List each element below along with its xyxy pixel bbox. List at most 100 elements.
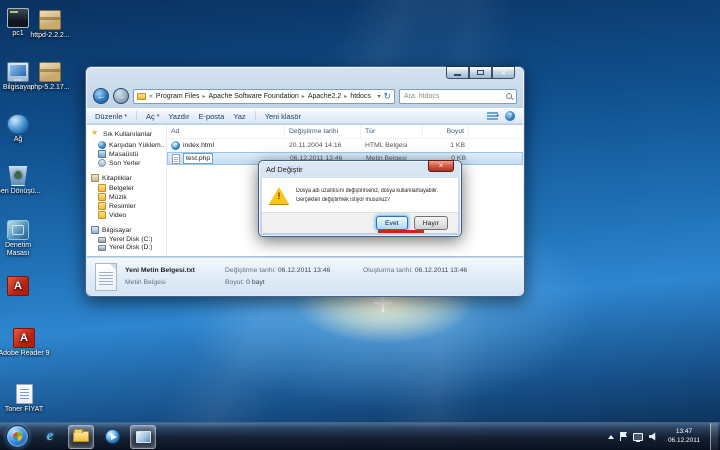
details-modified: Değiştirme tarihi: 06.12.2011 13:46 — [225, 267, 363, 274]
column-header-type[interactable]: Tür — [361, 125, 423, 138]
breadcrumb-dropdown-icon[interactable] — [377, 93, 380, 100]
start-button[interactable] — [6, 425, 29, 448]
taskbar-media-player-button[interactable] — [99, 425, 125, 449]
column-header-name[interactable]: Ad — [167, 125, 285, 138]
sidebar-item-desktop[interactable]: Masaüstü — [91, 150, 165, 158]
desktop-icon-label: Toner FİYAT — [5, 406, 43, 413]
desktop-icon-recycle-bin[interactable]: Geri Dönüşü... — [0, 166, 42, 196]
details-filename: Yeni Metin Belgesi.txt — [125, 267, 225, 274]
desktop-icon-label: httpd-2.2.2... — [30, 32, 69, 39]
dialog-close-button[interactable]: × — [428, 160, 454, 172]
desktop-icon-toner-doc[interactable]: Toner FİYAT — [0, 384, 50, 414]
network-status-icon[interactable] — [633, 433, 643, 441]
show-desktop-button[interactable] — [710, 423, 718, 450]
toolbar-email-button[interactable]: E-posta — [198, 112, 224, 121]
recycle-bin-icon — [7, 166, 29, 186]
back-arrow-icon: ← — [97, 91, 106, 101]
taskbar-active-app-button[interactable] — [130, 425, 156, 449]
desktop-icon-adobe-reader[interactable]: Adobe Reader 9 — [0, 328, 50, 358]
toolbar-burn-button[interactable]: Yaz — [233, 112, 245, 121]
toolbar-new-folder-button[interactable]: Yeni klasör — [265, 112, 301, 121]
forward-button[interactable]: → — [113, 88, 129, 104]
sidebar-item-label: Müzik — [109, 194, 127, 201]
selected-file-icon — [95, 263, 117, 291]
sidebar-item-local-disk-c[interactable]: Yerel Disk (C:) — [91, 236, 165, 243]
desktop-icon-label: Adobe Reader 9 — [0, 350, 49, 357]
sidebar-item-documents[interactable]: Belgeler — [91, 184, 165, 192]
desktop-icon-label: php-5.2.17... — [30, 84, 69, 91]
taskbar-buttons: e — [37, 425, 156, 449]
clock-date: 06.12.2011 — [668, 437, 700, 445]
maximize-icon — [477, 70, 484, 75]
sidebar-group-libraries[interactable]: Kitaplıklar — [91, 174, 165, 182]
details-size: Boyut: 0 bayt — [225, 279, 363, 286]
forward-arrow-icon: → — [117, 91, 126, 101]
desktop-icon-label: Geri Dönüşü... — [0, 188, 41, 195]
taskbar-clock[interactable]: 13:47 06.12.2011 — [664, 428, 704, 445]
toolbar-organize-button[interactable]: Düzenle — [95, 112, 127, 121]
table-row[interactable]: e index.html 20.11.2004 14:16 HTML Belge… — [167, 139, 523, 152]
breadcrumb-separator-icon — [344, 93, 347, 100]
dialog-button-row: Evet Hayır — [262, 212, 458, 233]
breadcrumb-overflow-chevron[interactable]: « — [149, 93, 153, 100]
volume-icon[interactable] — [649, 432, 658, 441]
breadcrumb-segment[interactable]: Program Files — [156, 93, 200, 100]
desktop-icon-httpd-installer[interactable]: httpd-2.2.2... — [26, 10, 74, 40]
sidebar-item-label: Belgeler — [109, 185, 134, 192]
close-button[interactable]: × — [492, 66, 515, 79]
sidebar-item-pictures[interactable]: Resimler — [91, 202, 165, 210]
adobe-reader-icon — [13, 328, 35, 348]
breadcrumb[interactable]: « Program Files Apache Software Foundati… — [133, 89, 395, 104]
no-button[interactable]: Hayır — [414, 216, 448, 230]
help-button[interactable]: ? — [505, 111, 515, 121]
search-input[interactable]: Ara: htdocs — [399, 89, 517, 104]
sidebar-item-video[interactable]: Video — [91, 211, 165, 219]
maximize-button[interactable] — [469, 66, 492, 79]
toolbar-print-button[interactable]: Yazdır — [168, 112, 189, 121]
sidebar-item-music[interactable]: Müzik — [91, 193, 165, 201]
column-headers: Ad Değiştirme tarihi Tür Boyut — [167, 125, 523, 139]
toolbar-label: Aç — [146, 112, 155, 121]
sidebar-group-computer[interactable]: Bilgisayar — [91, 226, 165, 234]
refresh-icon[interactable] — [383, 92, 391, 101]
downloads-icon — [98, 141, 106, 149]
folder-icon — [137, 93, 146, 100]
file-type: HTML Belgesi — [361, 142, 423, 149]
navigation-pane: Sık Kullanılanlar Karşıdan Yüklem... Mas… — [87, 125, 167, 256]
change-view-button[interactable] — [487, 112, 499, 121]
back-button[interactable]: ← — [93, 88, 109, 104]
yes-button[interactable]: Evet — [376, 216, 408, 230]
action-center-flag-icon[interactable] — [620, 432, 627, 441]
sidebar-group-favorites[interactable]: Sık Kullanılanlar — [91, 130, 165, 139]
desktop-icon-network[interactable]: Ağ — [0, 114, 42, 144]
desktop-icon-control-panel[interactable]: Denetim Masası — [0, 220, 42, 258]
taskbar-explorer-button[interactable] — [68, 425, 94, 449]
breadcrumb-segment[interactable]: htdocs — [350, 93, 371, 100]
details-value: 06.12.2011 13:46 — [278, 267, 330, 274]
rename-input[interactable]: test.php — [183, 153, 213, 164]
taskbar-ie-button[interactable]: e — [37, 425, 63, 449]
column-header-size[interactable]: Boyut — [423, 125, 469, 138]
sidebar-item-local-disk-d[interactable]: Yerel Disk (D:) — [91, 244, 165, 251]
sidebar-item-recent-places[interactable]: Son Yerler — [91, 159, 165, 167]
dialog-body: Dosya adı uzantısını değiştirirseniz, do… — [262, 178, 458, 213]
adobe-icon — [7, 276, 29, 296]
breadcrumb-segment[interactable]: Apache Software Foundation — [209, 93, 299, 100]
breadcrumb-segment[interactable]: Apache2.2 — [308, 93, 341, 100]
desktop-icon-adobe-shortcut[interactable] — [0, 276, 42, 298]
column-header-modified[interactable]: Değiştirme tarihi — [285, 125, 361, 138]
toolbar-open-button[interactable]: Aç — [146, 112, 159, 121]
computer-small-icon — [91, 226, 99, 234]
html-file-icon: e — [171, 141, 180, 150]
hidden-icons-button[interactable] — [608, 435, 614, 439]
details-created: Oluşturma tarihi: 06.12.2011 13:46 — [363, 267, 515, 274]
taskbar: e 13:47 06.12.2011 — [0, 422, 720, 450]
desktop-icon-php-archive[interactable]: php-5.2.17... — [26, 62, 74, 92]
internet-explorer-icon: e — [47, 428, 54, 445]
desktop-icon-label: Ağ — [14, 136, 23, 143]
text-file-icon — [172, 154, 180, 164]
window-caption-buttons: × — [446, 66, 515, 79]
sidebar-item-downloads[interactable]: Karşıdan Yüklem... — [91, 141, 165, 149]
close-icon: × — [501, 68, 506, 78]
minimize-button[interactable] — [446, 66, 469, 79]
